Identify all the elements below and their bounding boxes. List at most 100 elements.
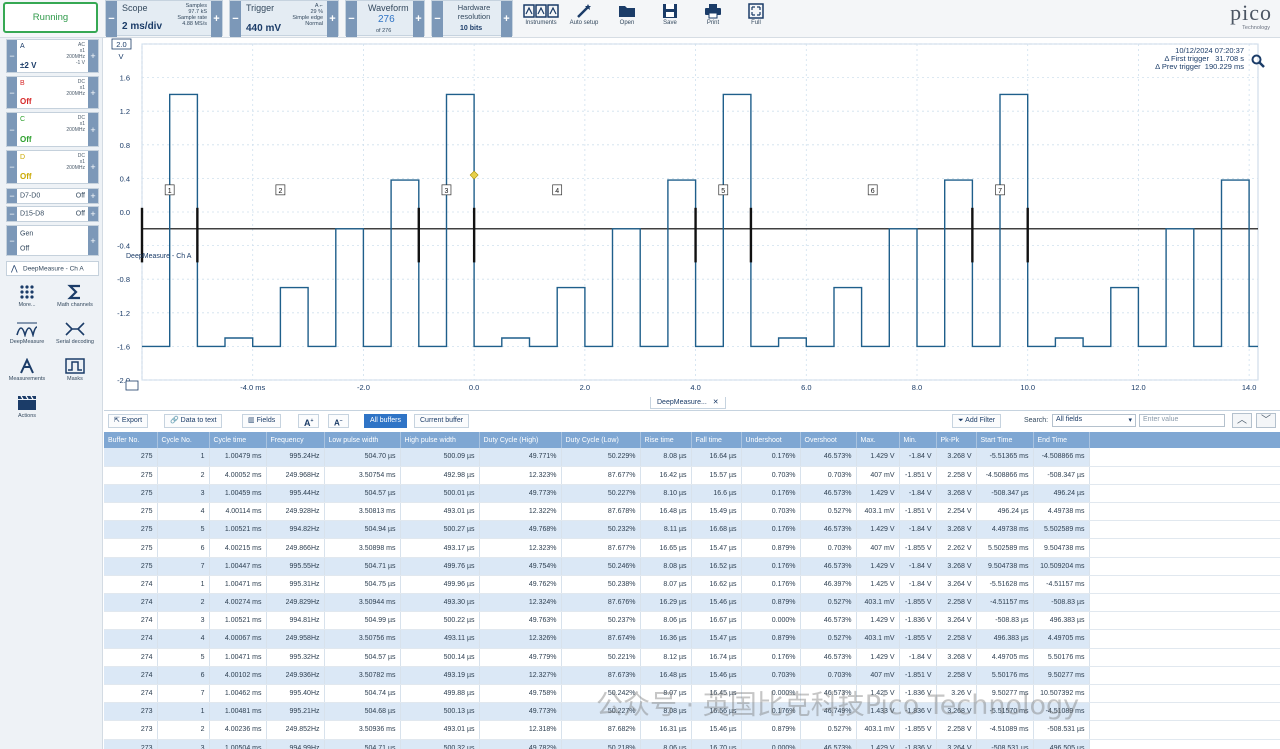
column-header[interactable]: Duty Cycle (Low) <box>561 432 641 448</box>
scope-view[interactable]: 1.6 1.2 0.8 0.4 0.0 -0.4 -0.8 -1.2 -1.6 -2.0 2.0 V -… <box>104 38 1280 394</box>
generator-increase-button[interactable]: + <box>88 226 98 255</box>
table-row[interactable]: 275 2 4.00052 ms 249.968Hz 3.50754 ms 492.98 … <box>104 466 1280 485</box>
signal-generator-control[interactable]: − Gen Off + <box>6 225 99 256</box>
column-header[interactable]: Low pulse width <box>324 432 401 448</box>
actions-button[interactable]: Actions <box>4 395 50 419</box>
math-channels-button[interactable]: Math channels <box>52 284 98 308</box>
resolution-increase-button[interactable]: + <box>501 1 512 37</box>
column-header[interactable]: Fall time <box>691 432 742 448</box>
fields-button[interactable]: ▥ Fields <box>242 414 282 428</box>
search-scope-select[interactable]: All fields ▾ <box>1052 414 1136 427</box>
column-header[interactable]: High pulse width <box>400 432 480 448</box>
channel-d-decrease-button[interactable]: − <box>7 151 17 183</box>
close-icon[interactable]: ✕ <box>713 399 719 406</box>
deepmeasure-channel-item[interactable]: ⋀ DeepMeasure - Ch A <box>6 261 99 276</box>
channel-d-control[interactable]: − D DC x1 200MHz Off + <box>6 150 99 184</box>
channel-c-increase-button[interactable]: + <box>88 113 98 146</box>
channel-b-increase-button[interactable]: + <box>88 77 98 108</box>
generator-state[interactable]: Off <box>20 246 29 253</box>
open-button[interactable]: Open <box>605 1 649 35</box>
waveform-next-button[interactable]: + <box>413 1 424 37</box>
table-row[interactable]: 275 7 1.00447 ms 995.55Hz 504.71 µs 499.76 µs… <box>104 557 1280 576</box>
measurements-button[interactable]: Measurements <box>4 358 50 382</box>
table-row[interactable]: 274 1 1.00471 ms 995.31Hz 504.75 µs 499.96 µs… <box>104 575 1280 595</box>
masks-button[interactable]: Masks <box>52 358 98 382</box>
waveform-prev-button[interactable]: − <box>346 1 357 37</box>
table-row[interactable]: 274 7 1.00462 ms 995.40Hz 504.74 µs 499.88 µs… <box>104 684 1280 704</box>
instruments-button[interactable]: Instruments <box>519 1 563 35</box>
channel-b-state[interactable]: Off <box>20 97 32 106</box>
digital-d7-d0-decrease-button[interactable]: − <box>7 189 17 203</box>
column-header[interactable]: Rise time <box>640 432 692 448</box>
channel-b-control[interactable]: − B DC x1 200MHz Off + <box>6 76 99 109</box>
table-row[interactable]: 275 5 1.00521 ms 994.82Hz 504.94 µs 500.27 µs… <box>104 520 1280 540</box>
channel-d-increase-button[interactable]: + <box>88 151 98 183</box>
channel-a-control[interactable]: − A AC x1 200MHz -1 V ±2 V + <box>6 39 99 73</box>
serial-decoding-button[interactable]: Serial decoding <box>52 321 98 345</box>
channel-d-state[interactable]: Off <box>20 172 32 181</box>
current-buffer-toggle[interactable]: Current buffer <box>414 414 470 428</box>
digital-d15-d8-increase-button[interactable]: + <box>88 207 98 221</box>
table-row[interactable]: 274 5 1.00471 ms 995.32Hz 504.57 µs 500.14 µs… <box>104 648 1280 667</box>
search-up-button[interactable]: ︿ <box>1232 413 1252 428</box>
table-row[interactable]: 275 3 1.00459 ms 995.44Hz 504.57 µs 500.01 µs… <box>104 484 1280 504</box>
all-buffers-toggle[interactable]: All buffers <box>364 414 407 428</box>
table-row[interactable]: 275 6 4.00215 ms 249.866Hz 3.50898 ms 493.17 … <box>104 538 1280 558</box>
timebase-decrease-button[interactable]: − <box>106 1 117 37</box>
table-row[interactable]: 273 2 4.00236 ms 249.852Hz 3.50936 ms 493.01 … <box>104 720 1280 740</box>
digital-d7-d0-state[interactable]: Off <box>76 193 85 200</box>
oscilloscope-graph[interactable]: 1.6 1.2 0.8 0.4 0.0 -0.4 -0.8 -1.2 -1.6 -2.0 2.0 V -… <box>104 38 1280 394</box>
full-screen-button[interactable]: Full <box>734 1 778 35</box>
column-header[interactable]: Overshoot <box>800 432 857 448</box>
resolution-decrease-button[interactable]: − <box>432 1 443 37</box>
add-filter-button[interactable]: ⏷ Add Filter <box>952 414 1002 428</box>
resolution-value[interactable]: 10 bits <box>460 25 482 32</box>
column-header[interactable]: End Time <box>1033 432 1090 448</box>
search-input[interactable]: Enter value <box>1139 414 1225 427</box>
channel-c-control[interactable]: − C DC x1 200MHz Off + <box>6 112 99 147</box>
table-row[interactable]: 274 2 4.00274 ms 249.829Hz 3.50944 ms 493.30 … <box>104 593 1280 613</box>
table-row[interactable]: 275 1 1.00479 ms 995.24Hz 504.70 µs 500.09 µs… <box>104 448 1280 467</box>
channel-b-decrease-button[interactable]: − <box>7 77 17 108</box>
table-row[interactable]: 274 3 1.00521 ms 994.81Hz 504.99 µs 500.22 µs… <box>104 611 1280 631</box>
table-row[interactable]: 274 4 4.00067 ms 249.958Hz 3.50756 ms 493.11 … <box>104 629 1280 649</box>
deepmeasure-results-tab[interactable]: DeepMeasure... ✕ <box>650 397 726 409</box>
column-header[interactable]: Cycle No. <box>157 432 210 448</box>
column-header[interactable]: Max. <box>856 432 900 448</box>
table-row[interactable]: 275 4 4.00114 ms 249.928Hz 3.50813 ms 493.01 … <box>104 502 1280 522</box>
table-row[interactable]: 274 6 4.00102 ms 249.936Hz 3.50782 ms 493.19 … <box>104 666 1280 685</box>
column-header[interactable]: Undershoot <box>741 432 801 448</box>
run-stop-button[interactable]: Running <box>3 2 98 33</box>
digital-d15-d8-control[interactable]: − D15-D8 Off + <box>6 206 99 222</box>
column-header[interactable]: Min. <box>899 432 937 448</box>
data-to-text-button[interactable]: 🔗 Data to text <box>164 414 223 428</box>
column-header[interactable]: Cycle time <box>209 432 267 448</box>
zoom-search-icon[interactable] <box>1251 54 1265 68</box>
save-button[interactable]: Save <box>648 1 692 35</box>
channel-c-state[interactable]: Off <box>20 135 32 144</box>
export-button[interactable]: ⇱ Export <box>108 414 149 428</box>
table-row[interactable]: 273 3 1.00504 ms 994.99Hz 504.71 µs 500.32 µs… <box>104 739 1280 749</box>
digital-d15-d8-state[interactable]: Off <box>76 211 85 218</box>
column-header[interactable]: Frequency <box>266 432 325 448</box>
measurements-table[interactable]: Buffer No. Cycle No. Cycle time Frequency Lo… <box>104 432 1280 749</box>
waveform-number[interactable]: 276 <box>378 14 395 25</box>
deepmeasure-button[interactable]: DeepMeasure <box>4 321 50 345</box>
generator-decrease-button[interactable]: − <box>7 226 17 255</box>
digital-d7-d0-increase-button[interactable]: + <box>88 189 98 203</box>
ruler-handle[interactable] <box>125 380 139 391</box>
channel-a-increase-button[interactable]: + <box>88 40 98 72</box>
table-row[interactable]: 273 1 1.00481 ms 995.21Hz 504.68 µs 500.13 µs… <box>104 702 1280 722</box>
trigger-decrease-button[interactable]: − <box>230 1 241 37</box>
column-header[interactable]: Buffer No. <box>104 432 158 448</box>
column-header[interactable]: Pk-Pk <box>936 432 977 448</box>
digital-d15-d8-decrease-button[interactable]: − <box>7 207 17 221</box>
channel-a-decrease-button[interactable]: − <box>7 40 17 72</box>
column-header[interactable]: Duty Cycle (High) <box>479 432 562 448</box>
auto-setup-button[interactable]: Auto setup <box>562 1 606 35</box>
channel-a-range[interactable]: ±2 V <box>20 61 36 70</box>
decrease-font-button[interactable]: A− <box>328 414 349 428</box>
timebase-increase-button[interactable]: + <box>211 1 222 37</box>
search-down-button[interactable]: ﹀ <box>1256 413 1276 428</box>
digital-d7-d0-control[interactable]: − D7-D0 Off + <box>6 188 99 204</box>
